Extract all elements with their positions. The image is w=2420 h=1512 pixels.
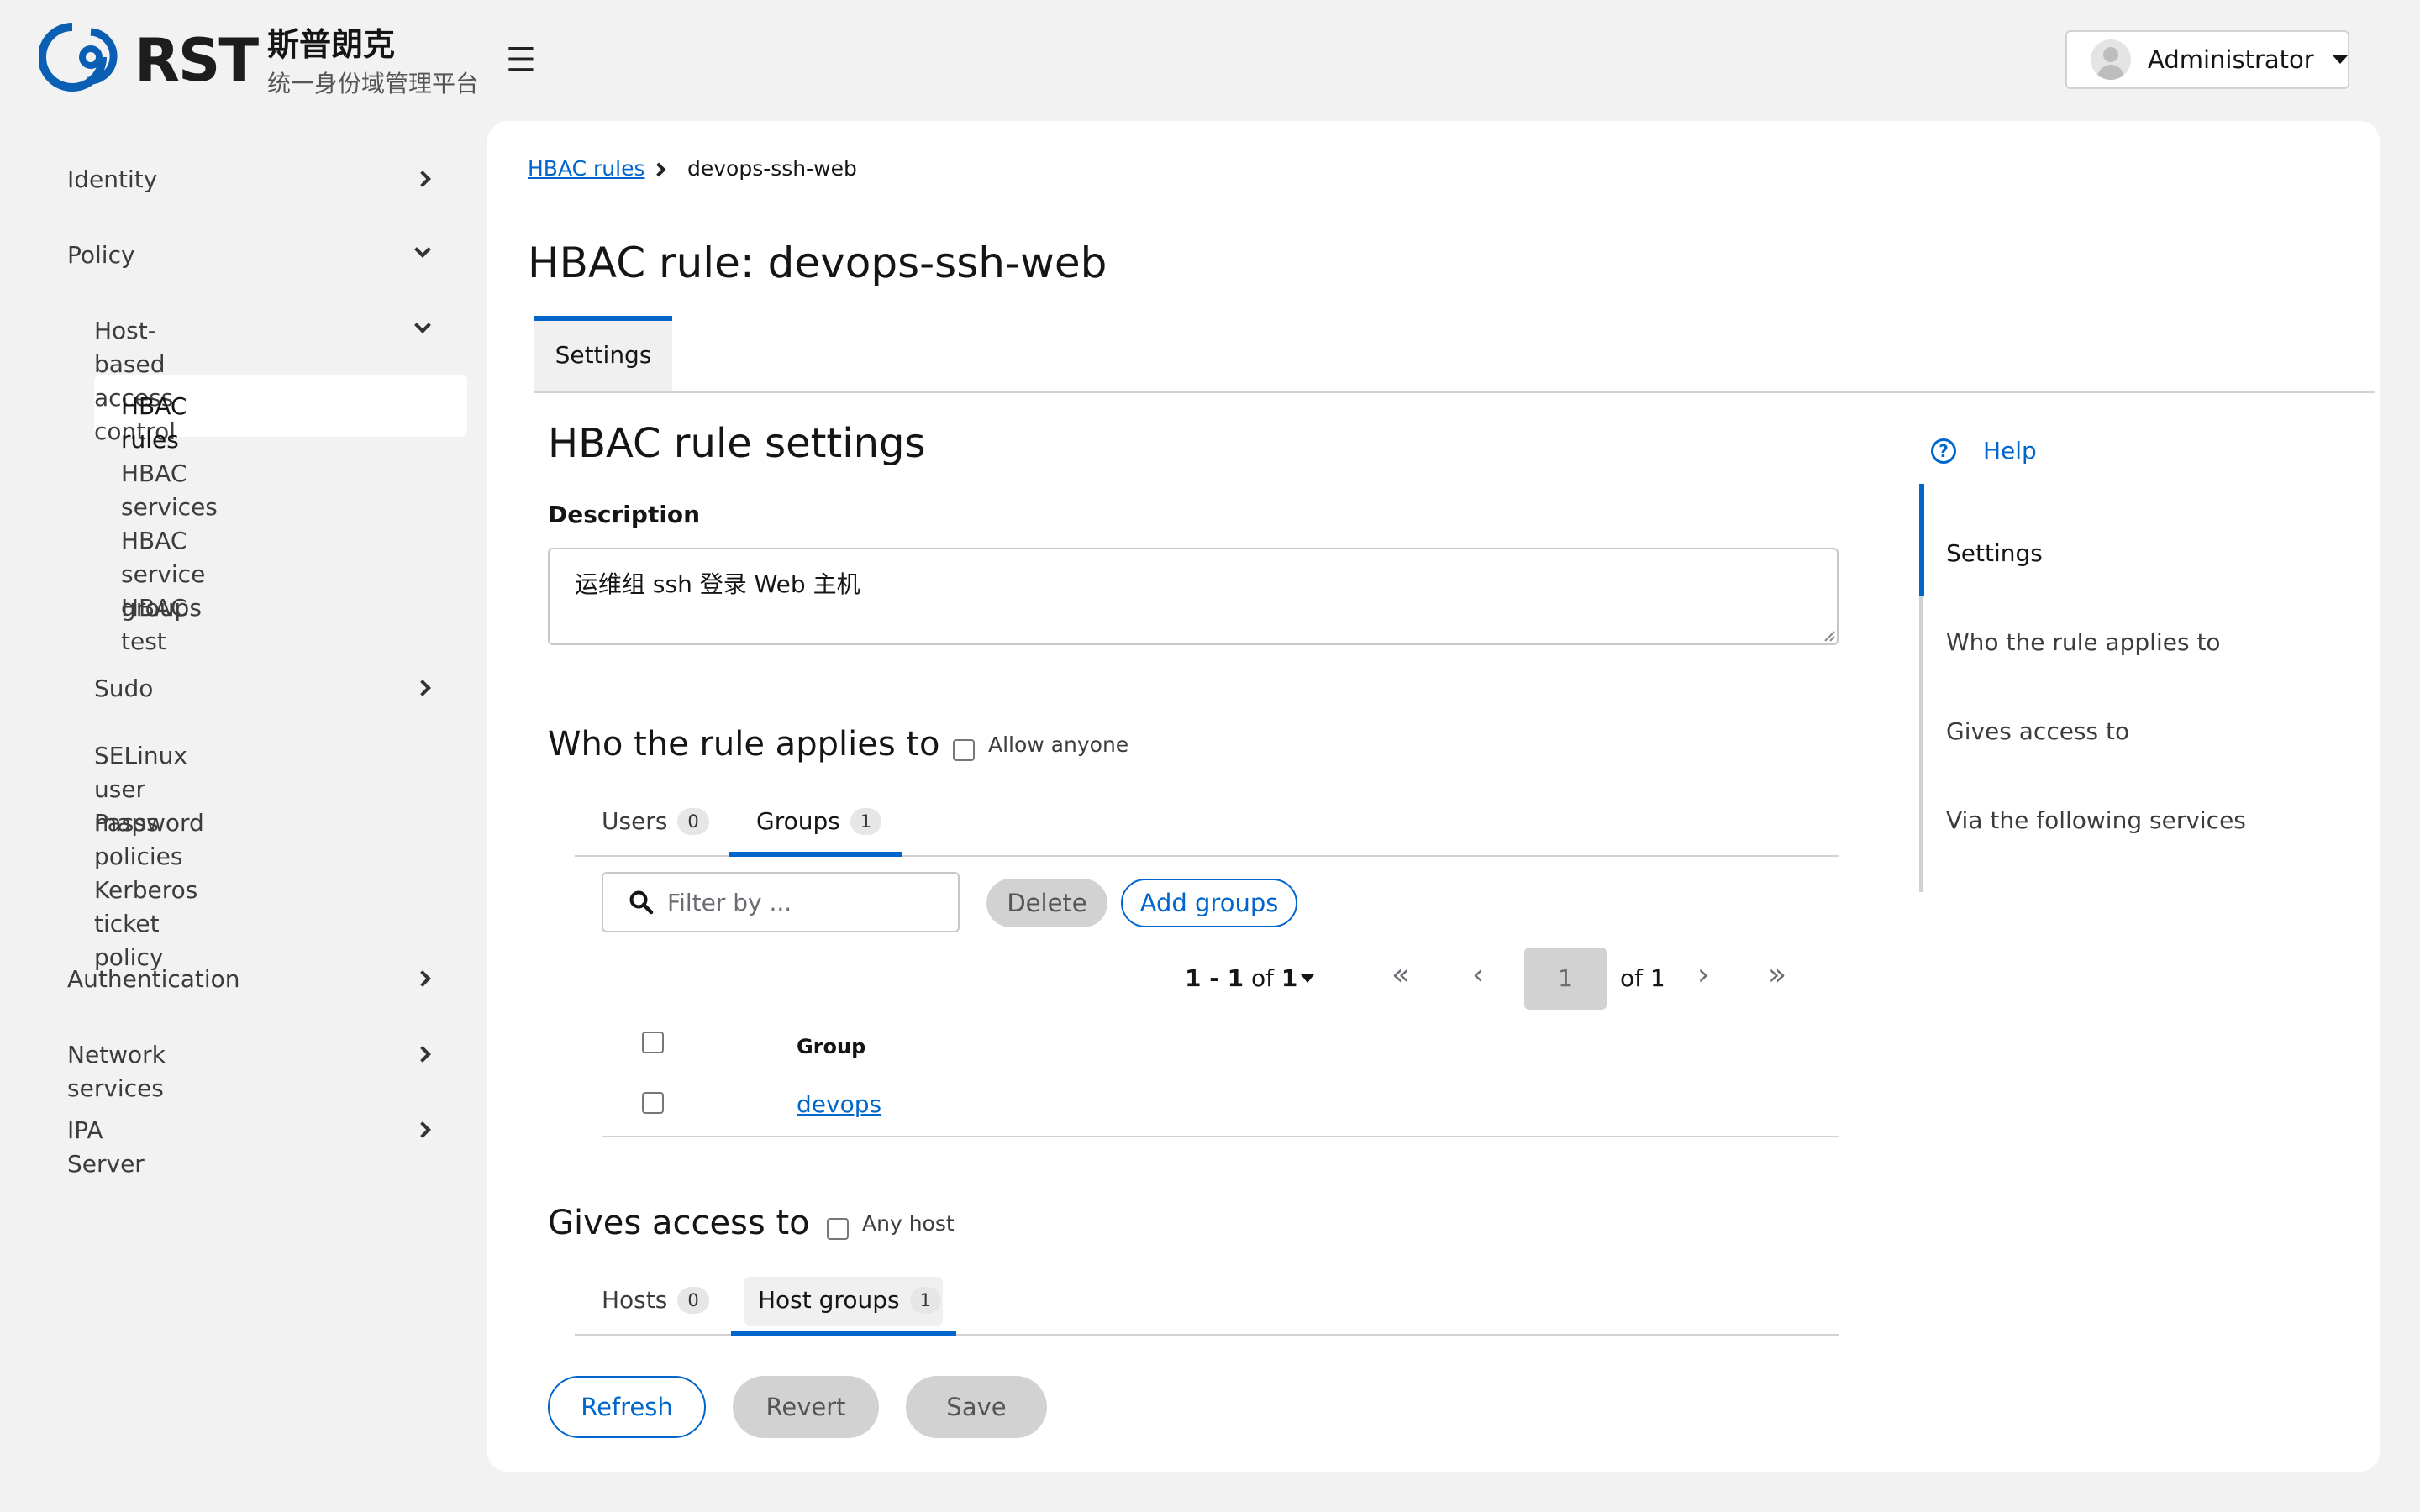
subtab-hosts-label: Hosts bbox=[602, 1286, 668, 1314]
host-groups-count-badge: 1 bbox=[909, 1287, 941, 1314]
add-groups-button[interactable]: Add groups bbox=[1121, 879, 1297, 927]
jump-link-settings[interactable]: Settings bbox=[1946, 539, 2043, 567]
subtab-active-indicator bbox=[731, 1331, 956, 1336]
prev-page-icon[interactable]: ‹ bbox=[1472, 958, 1484, 992]
jump-link-services[interactable]: Via the following services bbox=[1946, 806, 2246, 834]
search-placeholder: Filter by ... bbox=[667, 888, 792, 916]
brand-subtitle: 统一身份域管理平台 bbox=[267, 70, 480, 97]
subtab-users-label: Users bbox=[602, 807, 668, 835]
subtab-host-groups-label: Host groups bbox=[758, 1286, 900, 1314]
first-page-icon[interactable]: « bbox=[1392, 958, 1410, 992]
table-row-divider bbox=[602, 1136, 1839, 1137]
sidebar-item-hbac-test[interactable]: HBAC test bbox=[121, 591, 187, 659]
pagination-total: 1 bbox=[1281, 964, 1298, 992]
refresh-button[interactable]: Refresh bbox=[548, 1376, 706, 1438]
chevron-down-icon bbox=[414, 317, 431, 333]
sidebar-item-hbac-services[interactable]: HBAC services bbox=[121, 457, 218, 524]
sidebar-item-network-services[interactable]: Network services bbox=[67, 1038, 166, 1105]
subtab-groups-label: Groups bbox=[756, 807, 840, 835]
user-menu-button[interactable]: Administrator bbox=[2065, 30, 2349, 89]
revert-button[interactable]: Revert bbox=[733, 1376, 879, 1438]
sidebar-item-password-policies[interactable]: Password policies bbox=[94, 806, 204, 874]
delete-button[interactable]: Delete bbox=[986, 879, 1107, 927]
sidebar-item-sudo[interactable]: Sudo bbox=[94, 672, 153, 706]
jump-link-gives-access[interactable]: Gives access to bbox=[1946, 717, 2129, 745]
jump-link-who[interactable]: Who the rule applies to bbox=[1946, 628, 2221, 656]
sidebar-item-policy[interactable]: Policy bbox=[67, 239, 135, 272]
sidebar-item-hbac-rules[interactable]: HBAC rules bbox=[121, 390, 187, 457]
breadcrumb-current: devops-ssh-web bbox=[687, 156, 857, 181]
page-title: HBAC rule: devops-ssh-web bbox=[528, 239, 1107, 287]
tab-settings[interactable]: Settings bbox=[534, 316, 672, 391]
description-label: Description bbox=[548, 501, 701, 528]
settings-section-title: HBAC rule settings bbox=[548, 420, 926, 467]
brand-name-cn: 斯普朗克 bbox=[267, 26, 396, 63]
main-panel bbox=[487, 121, 2380, 1472]
resize-handle-icon[interactable] bbox=[1822, 628, 1835, 642]
pagination-summary[interactable]: 1 - 1 of 1 bbox=[1185, 964, 1297, 992]
pagination-range: 1 - 1 bbox=[1185, 964, 1244, 992]
help-icon[interactable]: ? bbox=[1931, 438, 1956, 464]
jump-links-active-indicator bbox=[1919, 484, 1924, 596]
save-button[interactable]: Save bbox=[906, 1376, 1047, 1438]
sidebar-item-identity[interactable]: Identity bbox=[67, 163, 157, 197]
user-name: Administrator bbox=[2148, 45, 2314, 74]
description-textarea[interactable]: 运维组 ssh 登录 Web 主机 bbox=[548, 548, 1839, 645]
allow-anyone-label: Allow anyone bbox=[988, 732, 1129, 757]
subtab-hosts[interactable]: Hosts 0 bbox=[602, 1284, 709, 1317]
select-all-checkbox[interactable] bbox=[642, 1032, 664, 1053]
who-section-title: Who the rule applies to bbox=[548, 725, 940, 764]
chevron-right-icon bbox=[414, 1121, 431, 1138]
subtab-active-indicator bbox=[729, 852, 902, 857]
subtab-users[interactable]: Users 0 bbox=[602, 805, 709, 838]
page-number-input[interactable]: 1 bbox=[1524, 948, 1607, 1010]
chevron-right-icon bbox=[414, 171, 431, 187]
hosts-count-badge: 0 bbox=[677, 1287, 709, 1314]
sidebar-item-kerberos[interactable]: Kerberos ticket policy bbox=[94, 874, 197, 974]
next-page-icon[interactable]: › bbox=[1697, 958, 1709, 992]
sidebar-item-authentication[interactable]: Authentication bbox=[67, 963, 240, 996]
caret-down-icon bbox=[2332, 55, 2348, 64]
brand-name: 斯普朗克 统一身份域管理平台 bbox=[267, 24, 536, 101]
sidebar-item-ipa-server[interactable]: IPA Server bbox=[67, 1114, 145, 1181]
any-host-checkbox[interactable] bbox=[827, 1218, 849, 1240]
groups-count-badge: 1 bbox=[850, 808, 882, 835]
breadcrumb-link-hbac-rules[interactable]: HBAC rules bbox=[528, 156, 645, 181]
group-link-devops[interactable]: devops bbox=[797, 1090, 881, 1118]
chevron-right-icon bbox=[414, 1046, 431, 1063]
subtab-groups[interactable]: Groups 1 bbox=[756, 805, 882, 838]
avatar bbox=[2091, 39, 2131, 80]
pagination-page-of: of 1 bbox=[1620, 964, 1665, 992]
allow-anyone-checkbox[interactable] bbox=[953, 739, 975, 761]
row-checkbox[interactable] bbox=[642, 1092, 664, 1114]
pagination-of: of bbox=[1251, 964, 1274, 992]
logo-wordmark: RST bbox=[134, 26, 259, 95]
last-page-icon[interactable]: » bbox=[1768, 958, 1786, 992]
help-link[interactable]: Help bbox=[1983, 437, 2037, 465]
chevron-right-icon bbox=[414, 970, 431, 987]
search-icon bbox=[629, 890, 654, 915]
hamburger-icon[interactable]: ☰ bbox=[506, 40, 536, 81]
tab-divider bbox=[534, 391, 2375, 393]
users-count-badge: 0 bbox=[677, 808, 709, 835]
search-input[interactable]: Filter by ... bbox=[602, 872, 960, 932]
group-column-header: Group bbox=[797, 1035, 866, 1058]
chevron-right-icon bbox=[414, 680, 431, 696]
pagination-caret-down-icon[interactable] bbox=[1301, 974, 1314, 983]
subtab-host-groups[interactable]: Host groups 1 bbox=[758, 1284, 941, 1317]
gives-section-title: Gives access to bbox=[548, 1204, 810, 1242]
any-host-label: Any host bbox=[862, 1211, 955, 1236]
chevron-down-icon bbox=[414, 241, 431, 258]
